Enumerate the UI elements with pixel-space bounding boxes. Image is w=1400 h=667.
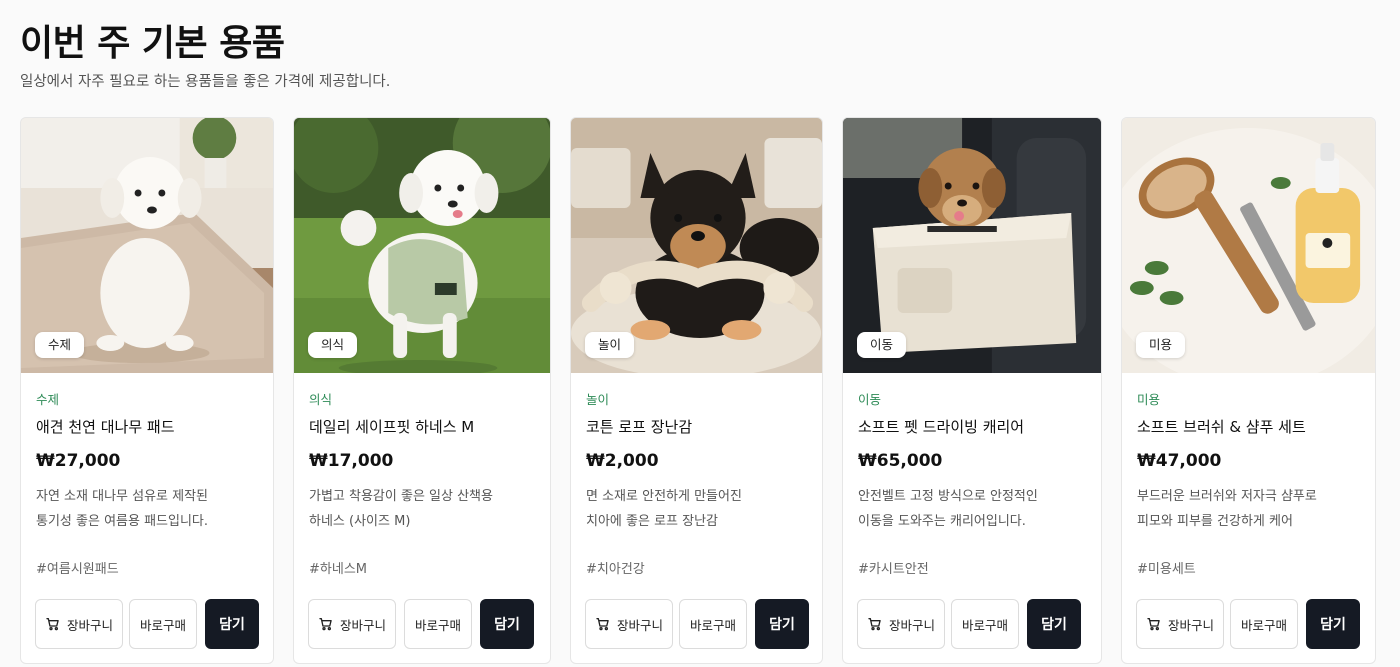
- product-name[interactable]: 애견 천연 대나무 패드: [36, 416, 175, 437]
- add-button[interactable]: 담기: [480, 599, 534, 649]
- product-price: ₩17,000: [309, 451, 394, 471]
- product-tag[interactable]: #카시트안전: [858, 558, 929, 577]
- product-card[interactable]: 이동 이동 소프트 펫 드라이빙 캐리어 ₩65,000 안전벨트 고정 방식으…: [842, 117, 1102, 664]
- add-button[interactable]: 담기: [205, 599, 259, 649]
- cart-icon: [319, 618, 332, 631]
- product-description: 자연 소재 대나무 섬유로 제작된 통기성 좋은 여름용 패드입니다.: [36, 484, 261, 534]
- add-button[interactable]: 담기: [1306, 599, 1360, 649]
- product-name[interactable]: 데일리 세이프핏 하네스 M: [309, 416, 474, 437]
- product-price: ₩47,000: [1137, 451, 1222, 471]
- category-badge: 수제: [35, 332, 85, 358]
- add-to-cart-button[interactable]: 장바구니: [585, 599, 673, 649]
- product-description: 가볍고 착용감이 좋은 일상 산책용 하네스 (사이즈 M): [309, 484, 534, 534]
- add-button[interactable]: 담기: [755, 599, 809, 649]
- product-description-line: 부드러운 브러쉬와 저자극 샴푸로: [1137, 489, 1317, 504]
- cart-icon: [596, 618, 609, 631]
- product-description-line: 면 소재로 안전하게 만들어진: [586, 489, 742, 504]
- add-to-cart-label: 장바구니: [339, 617, 386, 633]
- product-card[interactable]: 미용 미용 소프트 브러쉬 & 샴푸 세트 ₩47,000 부드러운 브러쉬와 …: [1121, 117, 1376, 664]
- buy-now-button[interactable]: 바로구매: [951, 599, 1019, 649]
- product-description-line: 통기성 좋은 여름용 패드입니다.: [36, 514, 209, 529]
- add-to-cart-button[interactable]: 장바구니: [35, 599, 123, 649]
- product-category: 의식: [309, 392, 333, 407]
- product-name[interactable]: 코튼 로프 장난감: [586, 416, 692, 437]
- buy-now-button[interactable]: 바로구매: [404, 599, 472, 649]
- add-to-cart-label: 장바구니: [888, 617, 935, 633]
- section-title: 이번 주 기본 용품: [20, 23, 285, 64]
- add-to-cart-button[interactable]: 장바구니: [1136, 599, 1224, 649]
- product-tag[interactable]: #미용세트: [1137, 558, 1196, 577]
- cart-icon: [46, 618, 59, 631]
- product-description: 부드러운 브러쉬와 저자극 샴푸로 피모와 피부를 건강하게 케어: [1137, 484, 1362, 534]
- section-subtitle: 일상에서 자주 필요로 하는 용품들을 좋은 가격에 제공합니다.: [20, 74, 391, 90]
- cart-icon: [1147, 618, 1160, 631]
- product-price: ₩2,000: [586, 451, 659, 471]
- product-price: ₩27,000: [36, 451, 121, 471]
- product-category: 미용: [1137, 392, 1161, 407]
- product-description-line: 가볍고 착용감이 좋은 일상 산책용: [309, 489, 493, 504]
- product-description: 면 소재로 안전하게 만들어진 치아에 좋은 로프 장난감: [586, 484, 811, 534]
- category-badge: 이동: [857, 332, 907, 358]
- product-tag[interactable]: #치아건강: [586, 558, 645, 577]
- product-description-line: 자연 소재 대나무 섬유로 제작된: [36, 489, 209, 504]
- cart-icon: [868, 618, 881, 631]
- add-button[interactable]: 담기: [1027, 599, 1081, 649]
- add-to-cart-label: 장바구니: [1167, 617, 1214, 633]
- buy-now-button[interactable]: 바로구매: [129, 599, 197, 649]
- product-name[interactable]: 소프트 브러쉬 & 샴푸 세트: [1137, 416, 1306, 437]
- buy-now-button[interactable]: 바로구매: [1230, 599, 1298, 649]
- add-to-cart-label: 장바구니: [616, 617, 663, 633]
- product-description-line: 하네스 (사이즈 M): [309, 514, 411, 529]
- category-badge: 놀이: [585, 332, 635, 358]
- add-to-cart-button[interactable]: 장바구니: [308, 599, 396, 649]
- buy-now-button[interactable]: 바로구매: [679, 599, 747, 649]
- product-name[interactable]: 소프트 펫 드라이빙 캐리어: [858, 416, 1024, 437]
- product-category: 이동: [858, 392, 882, 407]
- product-price: ₩65,000: [858, 451, 943, 471]
- product-description-line: 치아에 좋은 로프 장난감: [586, 514, 718, 529]
- product-description-line: 피모와 피부를 건강하게 케어: [1137, 514, 1293, 529]
- product-description: 안전벨트 고정 방식으로 안정적인 이동을 도와주는 캐리어입니다.: [858, 484, 1083, 534]
- add-to-cart-label: 장바구니: [66, 617, 113, 633]
- product-card[interactable]: 수제 수제 애견 천연 대나무 패드 ₩27,000 자연 소재 대나무 섬유로…: [20, 117, 274, 664]
- add-to-cart-button[interactable]: 장바구니: [857, 599, 945, 649]
- product-card[interactable]: 놀이 놀이 코튼 로프 장난감 ₩2,000 면 소재로 안전하게 만들어진 치…: [570, 117, 823, 664]
- product-description-line: 이동을 도와주는 캐리어입니다.: [858, 514, 1026, 529]
- product-tag[interactable]: #여름시원패드: [36, 558, 119, 577]
- category-badge: 미용: [1136, 332, 1186, 358]
- product-category: 놀이: [586, 392, 610, 407]
- product-description-line: 안전벨트 고정 방식으로 안정적인: [858, 489, 1038, 504]
- product-tag[interactable]: #하네스M: [309, 558, 367, 577]
- product-category: 수제: [36, 392, 60, 407]
- category-badge: 의식: [308, 332, 358, 358]
- product-card[interactable]: 의식 의식 데일리 세이프핏 하네스 M ₩17,000 가볍고 착용감이 좋은…: [293, 117, 551, 664]
